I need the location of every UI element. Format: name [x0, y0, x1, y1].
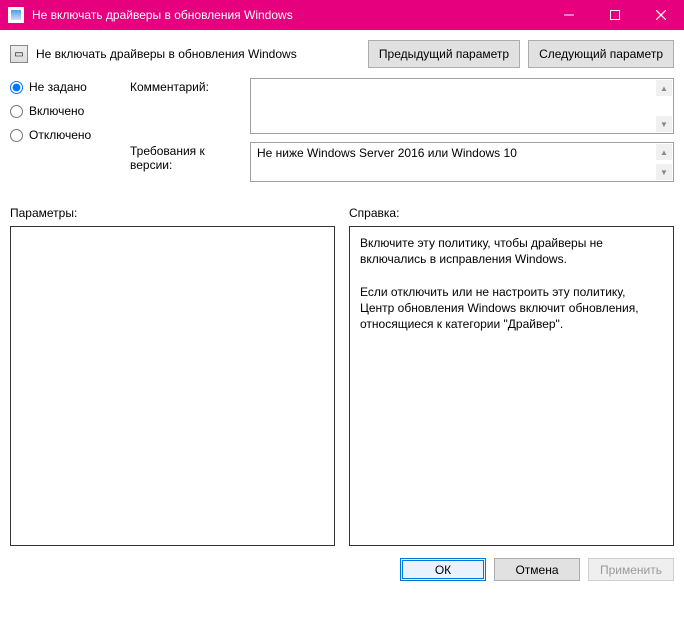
radio-not-configured-label: Не задано: [29, 80, 87, 94]
apply-button[interactable]: Применить: [588, 558, 674, 581]
scroll-up-icon[interactable]: ▲: [656, 80, 672, 96]
help-label: Справка:: [349, 206, 674, 220]
dialog-footer: ОК Отмена Применить: [0, 546, 684, 591]
help-box: Включите эту политику, чтобы драйверы не…: [349, 226, 674, 546]
options-box: [10, 226, 335, 546]
supported-label: Требования к версии:: [130, 142, 250, 182]
supported-field: Не ниже Windows Server 2016 или Windows …: [250, 142, 674, 182]
radio-enabled-input[interactable]: [10, 105, 23, 118]
maximize-button[interactable]: [592, 0, 638, 30]
radio-enabled-label: Включено: [29, 104, 84, 118]
previous-setting-button[interactable]: Предыдущий параметр: [368, 40, 520, 68]
next-setting-button[interactable]: Следующий параметр: [528, 40, 674, 68]
state-radio-group: Не задано Включено Отключено: [10, 78, 130, 142]
scroll-up-icon[interactable]: ▲: [656, 144, 672, 160]
policy-icon: ▭: [10, 45, 28, 63]
comment-label: Комментарий:: [130, 78, 250, 134]
radio-disabled-label: Отключено: [29, 128, 91, 142]
scroll-down-icon[interactable]: ▼: [656, 116, 672, 132]
window-title: Не включать драйверы в обновления Window…: [32, 8, 546, 22]
radio-disabled[interactable]: Отключено: [10, 128, 130, 142]
close-button[interactable]: [638, 0, 684, 30]
radio-enabled[interactable]: Включено: [10, 104, 130, 118]
help-text: Включите эту политику, чтобы драйверы не…: [360, 236, 642, 331]
window-icon: [8, 7, 24, 23]
minimize-button[interactable]: [546, 0, 592, 30]
comment-field[interactable]: ▲ ▼: [250, 78, 674, 134]
radio-not-configured[interactable]: Не задано: [10, 80, 130, 94]
titlebar: Не включать драйверы в обновления Window…: [0, 0, 684, 30]
window-controls: [546, 0, 684, 30]
radio-disabled-input[interactable]: [10, 129, 23, 142]
cancel-button[interactable]: Отмена: [494, 558, 580, 581]
policy-title: Не включать драйверы в обновления Window…: [36, 47, 360, 61]
scroll-down-icon[interactable]: ▼: [656, 164, 672, 180]
ok-button[interactable]: ОК: [400, 558, 486, 581]
options-label: Параметры:: [10, 206, 335, 220]
supported-value: Не ниже Windows Server 2016 или Windows …: [257, 146, 517, 160]
radio-not-configured-input[interactable]: [10, 81, 23, 94]
